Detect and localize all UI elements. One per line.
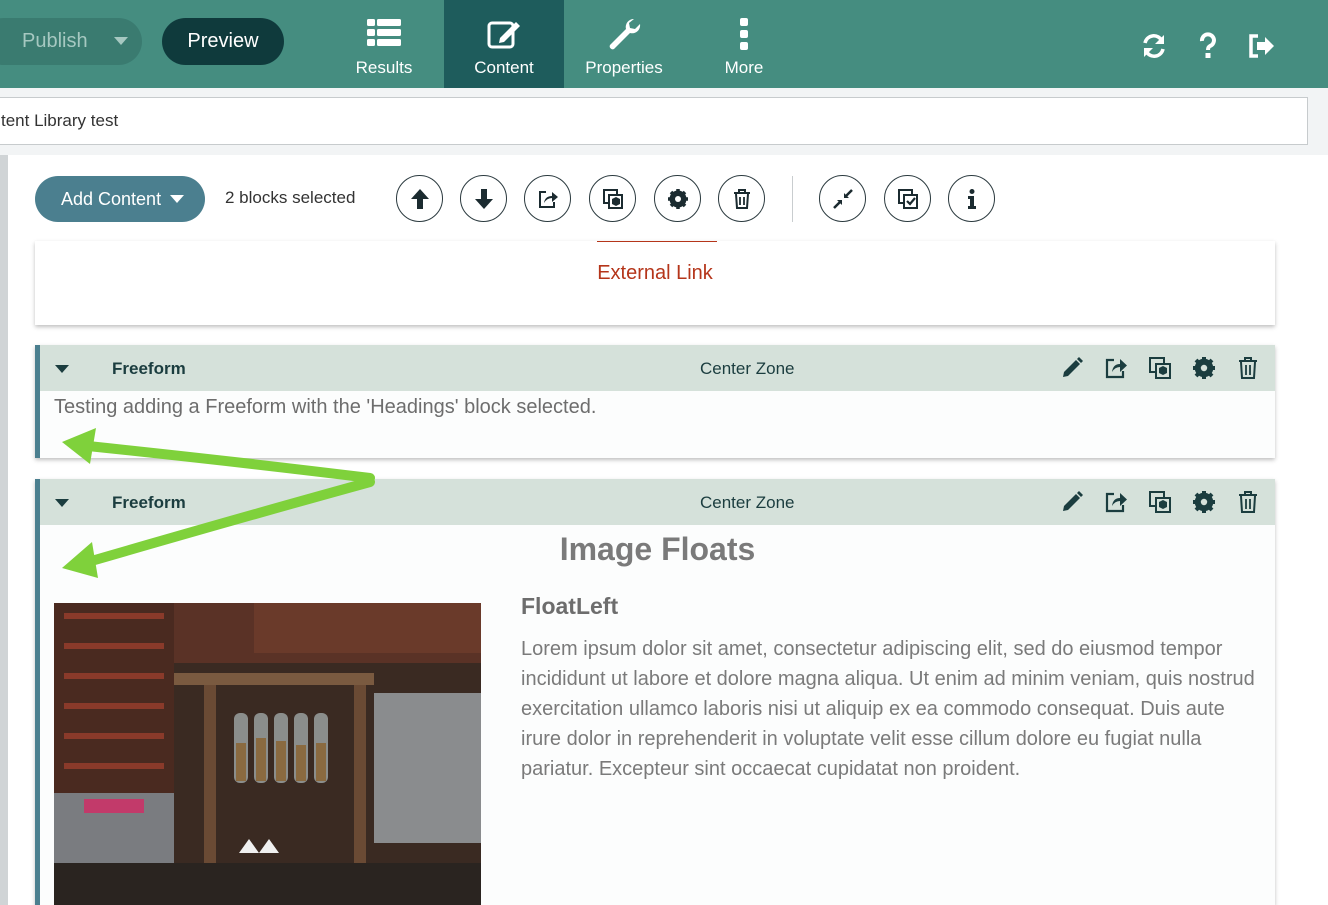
add-content-button[interactable]: Add Content xyxy=(35,176,205,222)
link-underline xyxy=(597,241,717,242)
delete-icon[interactable] xyxy=(1236,356,1260,380)
nav-content-label: Content xyxy=(474,58,534,77)
move-up-icon xyxy=(410,188,429,209)
chevron-down-icon xyxy=(114,37,128,45)
copy-icon[interactable] xyxy=(1148,356,1172,380)
collapse-button[interactable] xyxy=(819,175,866,222)
more-vertical-icon xyxy=(740,18,748,50)
info-icon xyxy=(967,188,976,209)
collapse-icon xyxy=(832,188,853,209)
delete-button[interactable] xyxy=(718,175,765,222)
add-content-label: Add Content xyxy=(61,188,162,209)
collapse-chevron-icon[interactable] xyxy=(55,365,69,373)
select-all-icon xyxy=(897,188,918,209)
list-icon xyxy=(367,19,401,46)
copy-icon xyxy=(602,188,623,209)
preview-button[interactable]: Preview xyxy=(162,18,284,65)
nav-results[interactable]: Results xyxy=(324,0,444,88)
block-body-text: Testing adding a Freeform with the 'Head… xyxy=(54,396,597,418)
block-type: Freeform xyxy=(112,359,186,378)
freeform-block[interactable]: Freeform Center Zone Testing adding a Fr… xyxy=(35,345,1275,458)
settings-icon[interactable] xyxy=(1192,490,1216,514)
wrench-icon xyxy=(609,18,641,50)
link-block: External Link xyxy=(35,241,1275,325)
content-subheading: FloatLeft xyxy=(521,593,619,619)
publish-button[interactable]: Publish xyxy=(0,18,142,65)
edit-icon[interactable] xyxy=(1060,490,1084,514)
freeform-block[interactable]: Freeform Center Zone Image Floats FloatL… xyxy=(35,479,1275,905)
page-title-input[interactable]: tent Library test xyxy=(0,97,1308,145)
delete-icon xyxy=(733,188,750,209)
share-icon xyxy=(538,190,558,208)
sign-out-icon[interactable] xyxy=(1248,32,1276,60)
settings-icon xyxy=(667,188,688,209)
nav-properties-label: Properties xyxy=(585,58,663,77)
info-button[interactable] xyxy=(948,175,995,222)
chevron-down-icon xyxy=(170,195,184,203)
move-down-icon xyxy=(474,188,493,209)
select-all-button[interactable] xyxy=(884,175,931,222)
block-header[interactable]: Freeform Center Zone xyxy=(40,479,1275,525)
left-rail xyxy=(0,155,8,905)
nav-more-label: More xyxy=(724,58,764,77)
copy-button[interactable] xyxy=(589,175,636,222)
edit-icon xyxy=(487,21,520,49)
content-heading: Image Floats xyxy=(559,531,756,567)
external-link[interactable]: External Link xyxy=(35,262,1275,285)
nav-results-label: Results xyxy=(355,58,413,77)
refresh-icon[interactable] xyxy=(1140,32,1168,60)
delete-icon[interactable] xyxy=(1236,490,1260,514)
share-button[interactable] xyxy=(524,175,571,222)
share-icon[interactable] xyxy=(1104,356,1128,380)
block-zone: Center Zone xyxy=(700,359,795,378)
help-icon[interactable] xyxy=(1194,32,1222,60)
top-toolbar: Publish Preview Results Content Properti… xyxy=(0,0,1328,88)
copy-icon[interactable] xyxy=(1148,490,1172,514)
nav-content[interactable]: Content xyxy=(444,0,564,88)
toolbar-divider xyxy=(792,176,793,222)
settings-icon[interactable] xyxy=(1192,356,1216,380)
block-type: Freeform xyxy=(112,493,186,512)
share-icon[interactable] xyxy=(1104,490,1128,514)
edit-icon[interactable] xyxy=(1060,356,1084,380)
content-paragraph: Lorem ipsum dolor sit amet, consectetur … xyxy=(521,638,1255,780)
nav-properties[interactable]: Properties xyxy=(564,0,684,88)
settings-button[interactable] xyxy=(654,175,701,222)
publish-label: Publish xyxy=(22,30,88,52)
block-header[interactable]: Freeform Center Zone xyxy=(40,345,1275,391)
selection-status: 2 blocks selected xyxy=(225,188,356,207)
move-up-button[interactable] xyxy=(396,175,443,222)
cafe-interior-photo xyxy=(54,603,481,905)
block-zone: Center Zone xyxy=(700,493,795,512)
move-down-button[interactable] xyxy=(460,175,507,222)
collapse-chevron-icon[interactable] xyxy=(55,499,69,507)
nav-more[interactable]: More xyxy=(684,0,804,88)
